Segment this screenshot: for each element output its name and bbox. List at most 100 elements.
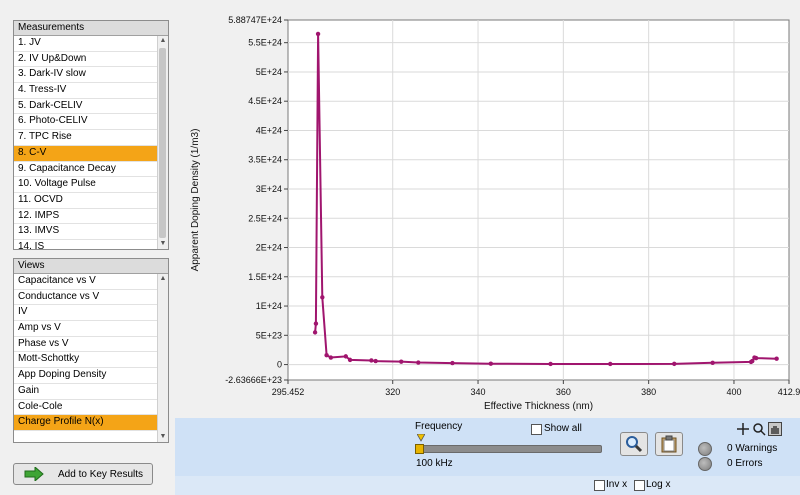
data-point [312,330,318,335]
measurement-item[interactable]: 10. Voltage Pulse [14,177,157,193]
scroll-up-icon[interactable]: ▲ [158,36,168,46]
frequency-slider-knob[interactable] [415,444,424,454]
frequency-pointer-icon [417,434,425,442]
measurements-listbox[interactable]: Measurements 1. JV 2. IV Up&Down 3. Dark-I… [13,20,169,250]
y-tick-label: -2.63666E+23 [225,375,282,385]
data-point [416,360,421,365]
scroll-down-icon[interactable]: ▼ [158,239,168,249]
y-tick-label: 4.5E+24 [248,96,282,106]
warnings-indicator [698,442,712,456]
measurements-list[interactable]: 1. JV 2. IV Up&Down 3. Dark-IV slow 4. Tres… [14,36,157,249]
measurement-item[interactable]: 14. IS [14,240,157,249]
warnings-text: 0 Warnings [727,443,778,454]
data-point [548,361,553,367]
zoom-tool-icon[interactable] [752,422,766,436]
view-item[interactable]: Cole-Cole [14,400,157,416]
clipboard-icon [661,435,677,453]
y-axis-label: Apparent Doping Density (1/m3) [190,129,201,272]
view-item[interactable]: Gain [14,384,157,400]
data-point [369,358,374,363]
data-point [347,357,353,363]
frequency-slider-track[interactable] [415,445,602,453]
measurement-item[interactable]: 4. Tress-IV [14,83,157,99]
show-all-checkbox[interactable] [531,424,542,435]
x-tick-label: 295.452 [272,387,305,397]
scroll-down-icon[interactable]: ▼ [158,432,168,442]
measurement-item[interactable]: 11. OCVD [14,193,157,209]
zoom-button[interactable] [620,432,648,456]
data-point [313,321,319,326]
measurements-scrollbar[interactable]: ▲ ▼ [157,36,168,249]
data-point [320,295,325,300]
measurement-item[interactable]: 7. TPC Rise [14,130,157,146]
data-point [710,360,715,366]
view-item[interactable]: Conductance vs V [14,290,157,306]
x-tick-label: 412.9 [778,387,800,397]
views-listbox[interactable]: Views Capacitance vs V Conductance vs V IV… [13,258,169,443]
data-point [774,356,779,361]
crosshair-icon[interactable] [736,422,750,436]
data-point [753,355,759,361]
measurements-header: Measurements [14,21,168,36]
view-item[interactable]: Mott-Schottky [14,352,157,369]
measurement-item[interactable]: 9. Capacitance Decay [14,162,157,178]
frequency-label: Frequency [415,421,463,432]
data-point [488,361,494,366]
x-tick-label: 360 [556,387,571,397]
data-point [672,361,677,367]
add-to-key-results-button[interactable]: Add to Key Results [13,463,153,485]
measurement-item[interactable]: 12. IMPS [14,209,157,225]
data-point [450,360,455,366]
y-tick-label: 3E+24 [256,184,282,194]
show-all-label: Show all [544,423,582,434]
y-tick-label: 2E+24 [256,243,282,253]
y-tick-label: 1E+24 [256,301,282,311]
x-tick-label: 340 [471,387,486,397]
data-point [373,358,378,364]
add-to-key-results-label: Add to Key Results [58,468,144,480]
view-item[interactable]: Capacitance vs V [14,274,157,290]
views-header: Views [14,259,168,274]
doping-chart[interactable]: 5.88747E+24 5.5E+24 5E+24 4.5E+24 4E+24 3.5E+… [175,0,800,418]
view-item[interactable]: App Doping Density [14,368,157,384]
measurement-item[interactable]: 13. IMVS [14,224,157,240]
x-axis-label: Effective Thickness (nm) [484,401,593,412]
y-tick-label: 3.5E+24 [248,155,282,165]
views-scrollbar[interactable]: ▲ ▼ [157,274,168,442]
magnifier-icon [626,436,643,453]
view-item[interactable]: IV [14,305,157,322]
pan-hand-icon[interactable] [768,422,782,436]
inv-x-label: Inv x [606,479,628,490]
scroll-thumb[interactable] [159,48,166,238]
errors-text: 0 Errors [727,458,763,469]
y-tick-label: 4E+24 [256,125,282,135]
measurement-item[interactable]: 2. IV Up&Down [14,52,157,68]
data-point [328,355,334,360]
green-arrow-icon [24,467,44,481]
y-tick-label: 1.5E+24 [248,272,282,282]
inv-x-checkbox[interactable] [594,480,605,491]
view-item[interactable]: Phase vs V [14,337,157,353]
view-item[interactable]: Charge Profile N(x) [14,415,157,431]
measurement-item[interactable]: 5. Dark-CELIV [14,99,157,115]
y-tick-label: 5E+23 [256,330,282,340]
data-point [315,31,321,37]
views-list[interactable]: Capacitance vs V Conductance vs V IV Amp vs… [14,274,157,442]
measurement-item[interactable]: 1. JV [14,36,157,52]
graph-palette [736,422,786,436]
x-tick-label: 400 [726,387,741,397]
plot-background [287,19,790,381]
data-point [399,359,404,364]
scroll-up-icon[interactable]: ▲ [158,274,168,284]
control-strip [175,476,800,495]
view-item[interactable]: Amp vs V [14,321,157,337]
log-x-checkbox[interactable] [634,480,645,491]
measurement-item[interactable]: 6. Photo-CELIV [14,114,157,131]
clipboard-button[interactable] [655,432,683,456]
data-point [324,353,329,358]
measurement-item[interactable]: 8. C-V [14,145,157,162]
y-tick-label: 0 [277,360,282,370]
y-tick-label: 5.88747E+24 [228,15,282,25]
y-tick-label: 5.5E+24 [248,38,282,48]
measurement-item[interactable]: 3. Dark-IV slow [14,67,157,84]
